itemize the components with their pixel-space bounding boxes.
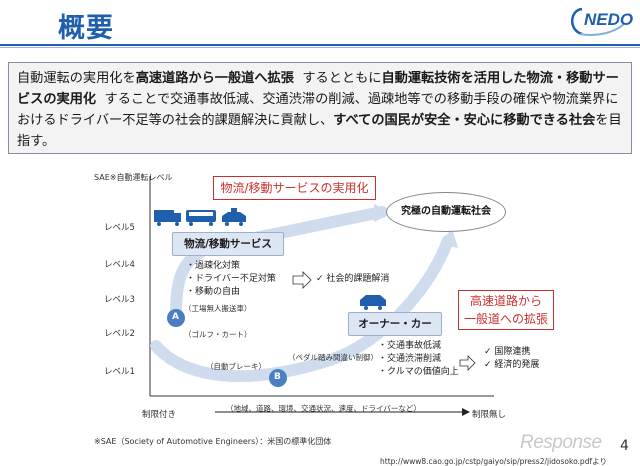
page-number: 4 [620,438,629,454]
ultimate-goal-ellipse: 究極の自動運転社会 [386,192,506,232]
truck-icon [154,210,181,226]
owner-result-arrow [459,355,476,371]
logistics-bullet: ・移動の自由 [186,287,241,297]
sae-footnote: ※SAE（Society of Automotive Engineers）：米国… [94,437,332,446]
nedo-logo: NEDO [566,4,634,38]
owner-result: ✓ 経済的発展 [484,360,540,370]
logo-text: NEDO [584,10,634,29]
source-url: http://www8.cao.go.jp/cstp/gaiyo/sip/pre… [380,457,607,466]
summary-text-2: するとともに [302,71,382,86]
summary-box: 自動運転の実用化を高速道路から一般道へ拡張 するとともに自動運転技術を活用した物… [8,62,632,154]
car-icon [360,295,386,310]
owner-result: ✓ 国際連携 [484,347,531,357]
point-a-label: A [172,312,179,322]
roadmap-diagram: SAE※自動運転レベル レベル5 レベル4 レベル3 レベル2 レベル1 物流/… [0,160,640,466]
logistics-service-box: 物流/移動サービス [172,232,284,256]
note-pedal: （ペダル踏み間違い制御） [288,353,378,362]
bus-icon [186,210,216,226]
level-4-label: レベル4 [104,260,135,270]
owner-car-box: オーナー・カー [348,312,442,336]
owner-highlight-line: 一般道への拡張 [463,312,548,326]
response-watermark: Response [520,432,602,453]
header-rule [0,44,640,46]
owner-bullet-list: ・交通事故低減 ・交通渋滞削減 ・クルマの価値向上 [378,340,459,379]
x-axis-left-label: 制限付き [142,410,177,420]
owner-highlight-line: 高速道路から [469,294,542,308]
x-axis-right-label: 制限無し [472,410,507,420]
owner-bullet: ・交通事故低減 [378,341,442,351]
owner-bullet: ・クルマの価値向上 [378,367,459,377]
note-golf: （ゴルフ・カート） [184,330,252,339]
level-1-label: レベル1 [104,367,135,377]
owner-highlight-label: 高速道路から 一般道への拡張 [458,290,554,330]
logistics-result: ✓ 社会的課題解消 [316,274,390,284]
level-5-label: レベル5 [104,223,135,233]
logistics-bullet-list: ・過疎化対策 ・ドライバー不足対策 ・移動の自由 [186,260,276,299]
level-3-label: レベル3 [104,295,135,305]
level-2-label: レベル2 [104,329,135,339]
page-title: 概要 [58,13,114,44]
logistics-result-arrow [292,271,312,289]
x-axis-middle-label: （地域、道路、環境、交通状況、速度、ドライバーなど） [226,404,421,413]
header-rule-thin [0,47,640,48]
summary-bold-1: 高速道路から一般道へ拡張 [135,71,294,86]
logistics-bullet: ・過疎化対策 [186,261,241,271]
owner-results: ✓ 国際連携 ✓ 経済的発展 [484,346,539,372]
logistics-bullet: ・ドライバー不足対策 [186,274,276,284]
owner-bullet: ・交通渋滞削減 [378,354,442,364]
summary-bold-3: すべての国民が安全・安心に移動できる社会 [333,113,596,128]
point-b-label: B [274,372,281,382]
y-axis-title: SAE※自動運転レベル [94,173,173,182]
summary-text-1: 自動運転の実用化を [17,71,136,86]
header: 概要 NEDO [0,0,640,44]
note-factory: （工場無人搬送車） [184,304,252,313]
logistics-highlight-label: 物流/移動サービスの実用化 [213,176,376,200]
note-auto-brake: （自動ブレーキ） [206,362,266,371]
taxi-icon [222,208,246,226]
